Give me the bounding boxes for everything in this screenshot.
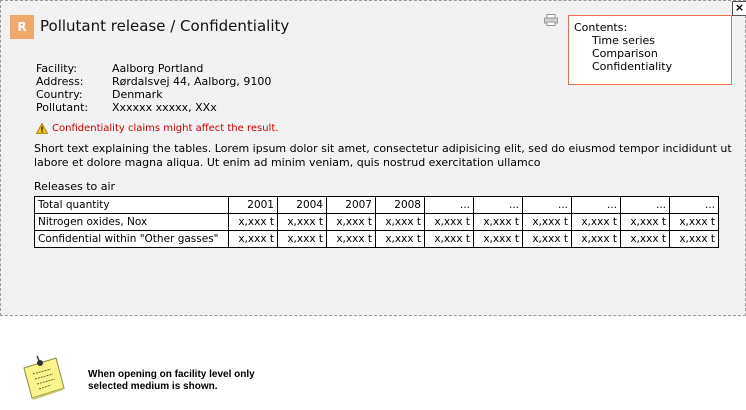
facility-value: Aalborg Portland	[112, 62, 204, 75]
table-cell: x,xxx t	[522, 213, 572, 231]
address-label: Address:	[36, 75, 84, 88]
table-cell: x,xxx t	[277, 213, 327, 231]
table-cell: x,xxx t	[375, 213, 425, 231]
table-cell: x,xxx t	[620, 230, 670, 248]
table-cell: Nitrogen oxides, Nox	[34, 213, 229, 231]
table-header-cell: ...	[424, 196, 474, 214]
sticky-note-text: When opening on facility level only sele…	[88, 369, 255, 392]
table-cell: Confidential within "Other gasses"	[34, 230, 229, 248]
table-cell: x,xxx t	[326, 213, 376, 231]
table-cell: x,xxx t	[424, 230, 474, 248]
description-text: Short text explaining the tables. Lorem …	[34, 142, 732, 169]
table-row: Confidential within "Other gasses" x,xxx…	[34, 230, 719, 248]
table-cell: x,xxx t	[571, 213, 621, 231]
country-label: Country:	[36, 88, 83, 101]
table-header-cell: 2008	[375, 196, 425, 214]
pollutant-label: Pollutant:	[36, 101, 89, 114]
sticky-note-icon	[23, 355, 65, 400]
table-header-cell: 2004	[277, 196, 327, 214]
table-header-cell: 2007	[326, 196, 376, 214]
close-button[interactable]: ×	[732, 1, 746, 16]
popup-panel: × R Pollutant release / Confidentiality …	[0, 0, 746, 316]
facility-label: Facility:	[36, 62, 78, 75]
pollutant-value: Xxxxxx xxxxx, XXx	[112, 101, 217, 114]
table-cell: x,xxx t	[228, 213, 278, 231]
table-header-cell: ...	[571, 196, 621, 214]
country-row: Country: Denmark	[36, 88, 271, 101]
table-cell: x,xxx t	[277, 230, 327, 248]
country-value: Denmark	[112, 88, 163, 101]
confidentiality-warning: Confidentiality claims might affect the …	[36, 123, 278, 134]
pollutant-row: Pollutant: Xxxxxx xxxxx, XXx	[36, 101, 271, 114]
logo-badge: R	[10, 15, 34, 39]
table-cell: x,xxx t	[522, 230, 572, 248]
table-header-row: Total quantity 2001 2004 2007 2008 ... .…	[34, 196, 719, 214]
releases-heading: Releases to air	[34, 180, 116, 193]
table-header-cell: ...	[620, 196, 670, 214]
table-cell: x,xxx t	[228, 230, 278, 248]
table-cell: x,xxx t	[424, 213, 474, 231]
contents-link-comparison[interactable]: Comparison	[592, 47, 658, 60]
table-cell: x,xxx t	[669, 213, 719, 231]
table-cell: x,xxx t	[571, 230, 621, 248]
table-header-cell: ...	[522, 196, 572, 214]
contents-link-confidentiality[interactable]: Confidentiality	[592, 60, 672, 73]
print-icon[interactable]	[544, 14, 558, 26]
address-value: Rørdalsvej 44, Aalborg, 9100	[112, 75, 272, 88]
warning-text: Confidentiality claims might affect the …	[52, 123, 279, 134]
table-header-cell: ...	[473, 196, 523, 214]
table-cell: x,xxx t	[620, 213, 670, 231]
contents-box: Contents: Time series Comparison Confide…	[568, 15, 732, 85]
table-row: Nitrogen oxides, Nox x,xxx t x,xxx t x,x…	[34, 213, 719, 231]
table-cell: x,xxx t	[669, 230, 719, 248]
contents-heading: Contents:	[574, 21, 628, 34]
table-header-cell: 2001	[228, 196, 278, 214]
table-cell: x,xxx t	[473, 213, 523, 231]
table-cell: x,xxx t	[375, 230, 425, 248]
warning-triangle-icon	[36, 123, 48, 134]
contents-link-time-series[interactable]: Time series	[592, 34, 655, 47]
table-header-cell: Total quantity	[34, 196, 229, 214]
releases-table: Total quantity 2001 2004 2007 2008 ... .…	[34, 196, 719, 248]
table-cell: x,xxx t	[326, 230, 376, 248]
table-header-cell: ...	[669, 196, 719, 214]
address-row: Address: Rørdalsvej 44, Aalborg, 9100	[36, 75, 271, 88]
facility-details: Facility: Aalborg Portland Address: Rørd…	[36, 62, 271, 114]
page-title: Pollutant release / Confidentiality	[40, 17, 290, 35]
facility-row: Facility: Aalborg Portland	[36, 62, 271, 75]
table-cell: x,xxx t	[473, 230, 523, 248]
